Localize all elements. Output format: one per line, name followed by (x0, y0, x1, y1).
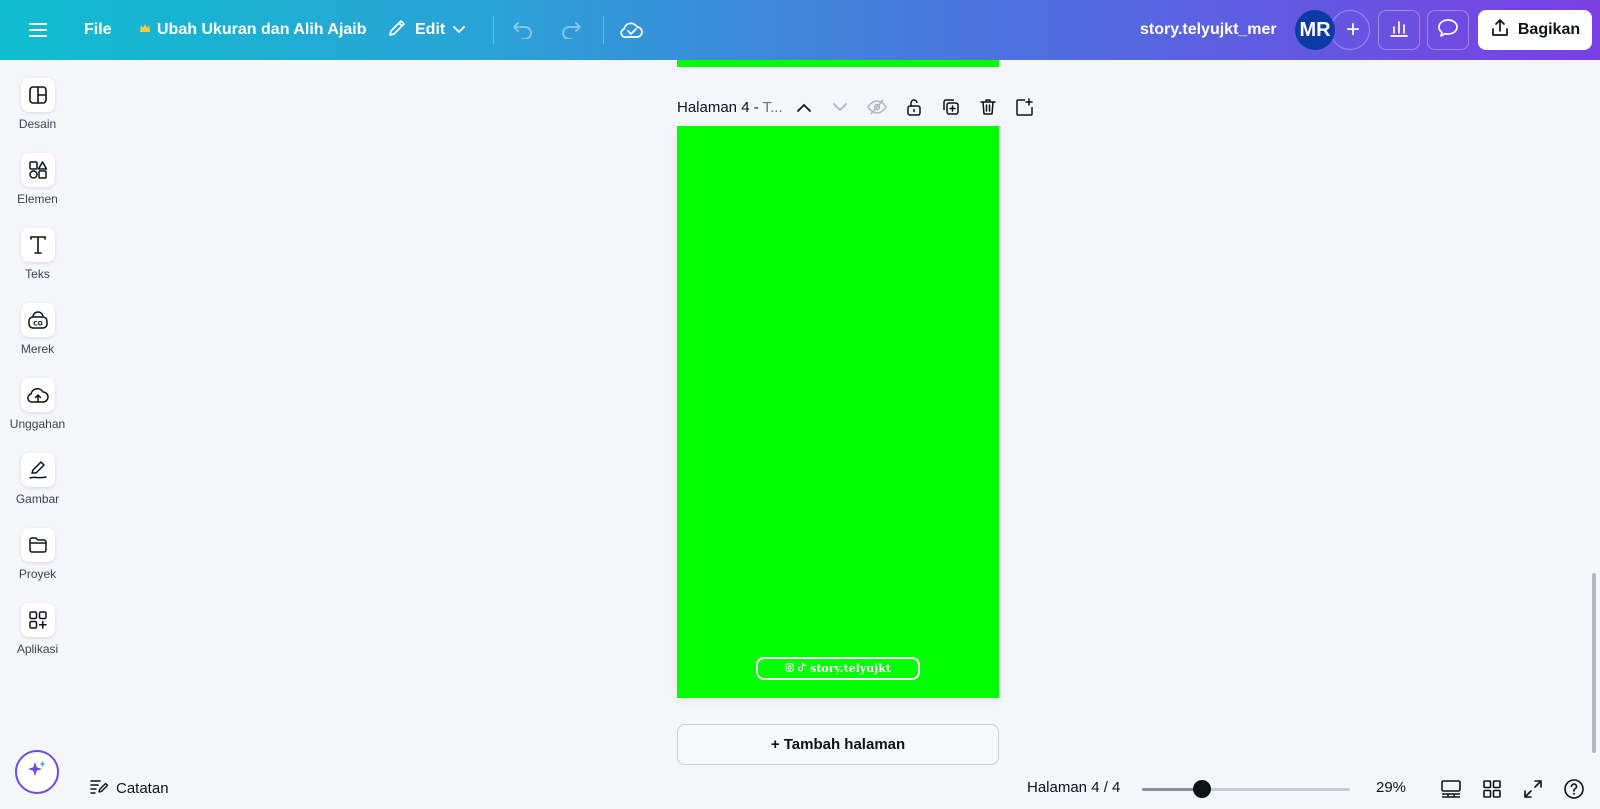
toolbar-divider (493, 16, 494, 44)
watermark-text: story.telyujkt (810, 662, 891, 675)
sparkle-icon (26, 759, 48, 786)
bar-chart-icon (1389, 18, 1409, 43)
sidebar-item-label: Gambar (15, 492, 60, 506)
design-page[interactable]: story.telyujkt (677, 126, 999, 698)
chevron-down-icon[interactable] (827, 94, 853, 120)
sidebar-item-label: Proyek (18, 567, 57, 581)
zoom-slider-handle[interactable] (1193, 780, 1212, 798)
help-icon[interactable] (1561, 776, 1587, 802)
cloud-saved-icon[interactable] (620, 0, 644, 60)
svg-text:CO: CO (33, 321, 43, 328)
insights-button[interactable] (1378, 10, 1420, 50)
chevron-up-icon[interactable] (791, 94, 817, 120)
sidebar-item-elements[interactable]: Elemen (0, 153, 75, 206)
undo-icon[interactable] (512, 0, 534, 60)
sidebar-item-text[interactable]: Teks (0, 228, 75, 281)
hide-page-icon[interactable] (864, 94, 890, 120)
sidebar-item-label: Unggahan (9, 417, 66, 431)
add-collaborator-button[interactable]: + (1330, 10, 1370, 50)
page-indicator[interactable]: Halaman 4 / 4 (1027, 779, 1120, 796)
plus-icon: + (1345, 16, 1360, 43)
sidebar-item-brand[interactable]: CO Merek (0, 303, 75, 356)
document-title[interactable]: story.telyujkt_mer (1140, 0, 1277, 60)
vertical-scrollbar[interactable] (1592, 573, 1596, 753)
sidebar-item-draw[interactable]: Gambar (0, 453, 75, 506)
page-title[interactable]: Halaman 4 - T... (677, 99, 783, 116)
brand-icon: CO (20, 303, 55, 337)
sidebar-item-label: Merek (20, 342, 55, 356)
edit-mode-button[interactable]: Edit (387, 0, 466, 60)
lock-open-icon[interactable] (901, 94, 927, 120)
grid-view-icon[interactable] (1479, 776, 1505, 802)
layout-icon (20, 78, 55, 112)
share-button[interactable]: Bagikan (1478, 10, 1592, 50)
left-sidebar: Desain Elemen Teks CO Merek Unggahan Gam… (0, 60, 75, 809)
speech-bubble-icon (1437, 18, 1459, 43)
add-page-button[interactable]: + Tambah halaman (677, 724, 999, 765)
folder-icon (20, 528, 55, 562)
apps-icon (20, 603, 55, 637)
share-label: Bagikan (1517, 21, 1581, 38)
tiktok-icon (798, 662, 806, 675)
top-toolbar: File Ubah Ukuran dan Alih Ajaib Edit sto… (0, 0, 1600, 60)
share-upload-icon (1490, 18, 1510, 43)
text-icon (20, 228, 55, 262)
sidebar-item-uploads[interactable]: Unggahan (0, 378, 75, 431)
file-menu-button[interactable]: File (84, 0, 112, 60)
duplicate-page-icon[interactable] (938, 94, 964, 120)
previous-page-edge[interactable] (677, 60, 999, 67)
elements-icon (20, 153, 55, 187)
zoom-slider[interactable] (1142, 780, 1350, 798)
avatar[interactable]: MR (1295, 10, 1335, 50)
magic-resize-button[interactable]: Ubah Ukuran dan Alih Ajaib (139, 0, 367, 60)
edit-label: Edit (415, 21, 446, 38)
comments-button[interactable] (1427, 10, 1469, 50)
notes-button[interactable]: Catatan (90, 776, 169, 800)
watermark-badge[interactable]: story.telyujkt (756, 657, 920, 680)
page-header: Halaman 4 - T... (677, 94, 1037, 120)
sidebar-item-apps[interactable]: Aplikasi (0, 603, 75, 656)
sidebar-item-label: Desain (18, 117, 57, 131)
chevron-down-icon (453, 21, 466, 39)
crown-icon (139, 21, 151, 39)
sidebar-item-label: Teks (25, 267, 50, 281)
upload-cloud-icon (20, 378, 55, 412)
draw-icon (20, 453, 55, 487)
add-page-icon[interactable] (1011, 94, 1037, 120)
magic-assistant-button[interactable] (15, 750, 59, 794)
fullscreen-icon[interactable] (1520, 776, 1546, 802)
trash-icon[interactable] (975, 94, 1001, 120)
notes-label: Catatan (116, 779, 169, 797)
page-list-view-icon[interactable] (1438, 776, 1464, 802)
sidebar-item-projects[interactable]: Proyek (0, 528, 75, 581)
notes-icon (90, 778, 109, 798)
page-title-number: Halaman 4 - (677, 98, 763, 116)
zoom-level[interactable]: 29% (1376, 779, 1406, 796)
instagram-icon (785, 662, 794, 675)
toolbar-divider (603, 16, 604, 44)
sidebar-item-label: Aplikasi (16, 642, 59, 656)
page-title-name: T... (762, 98, 783, 116)
sidebar-item-label: Elemen (17, 192, 58, 206)
sidebar-item-design[interactable]: Desain (0, 78, 75, 131)
hamburger-menu-icon[interactable] (24, 0, 52, 60)
magic-resize-label: Ubah Ukuran dan Alih Ajaib (157, 21, 367, 38)
pencil-icon (387, 18, 407, 43)
redo-icon[interactable] (560, 0, 582, 60)
